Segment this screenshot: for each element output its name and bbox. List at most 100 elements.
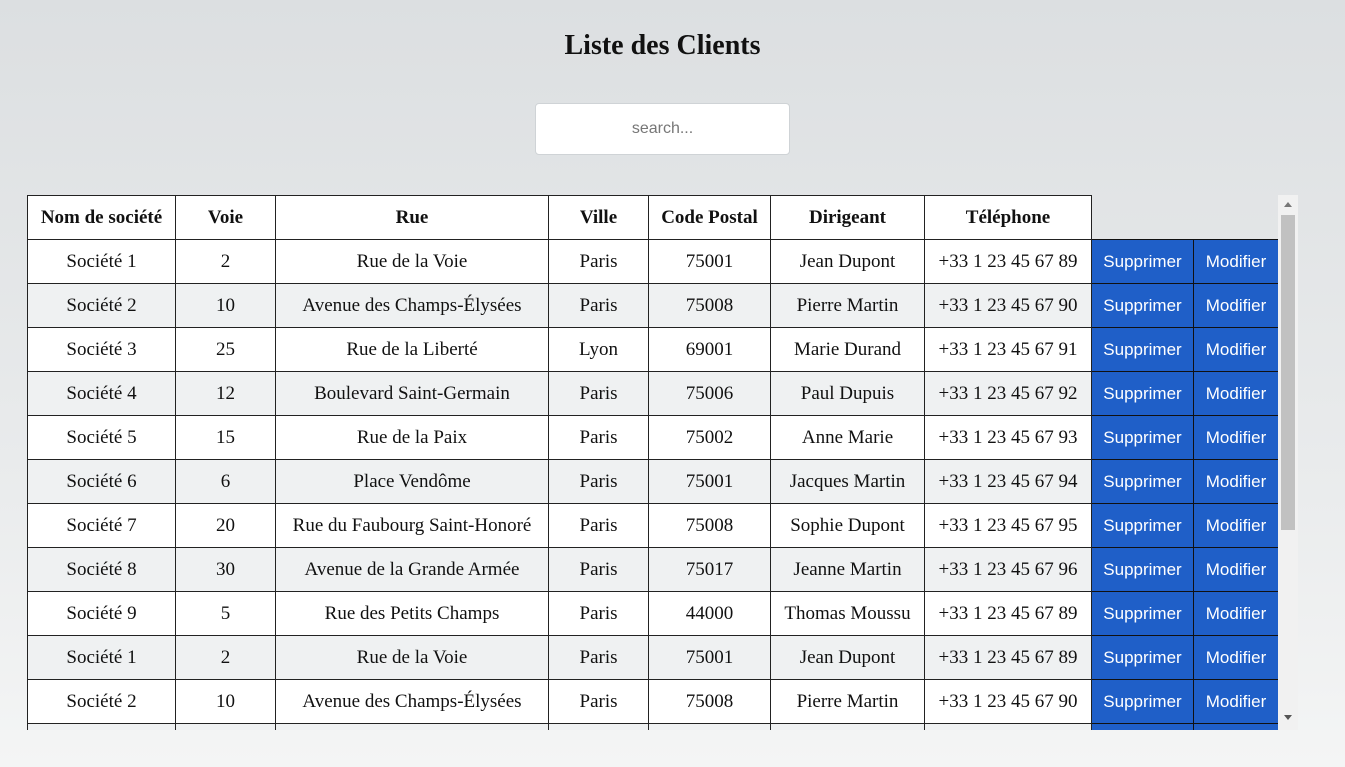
cell-delete: Supprimer <box>1091 503 1194 548</box>
cell-delete: Supprimer <box>1091 459 1194 504</box>
header-manager[interactable]: Dirigeant <box>770 195 925 240</box>
cell-city: Paris <box>548 547 649 592</box>
delete-button[interactable]: Supprimer <box>1092 284 1193 327</box>
delete-button[interactable]: Supprimer <box>1092 680 1193 723</box>
cell-city: Paris <box>548 635 649 680</box>
table-row: Société 1 2 Rue de la Voie Paris 75001 J… <box>27 239 1279 284</box>
cell-postal-code: 75008 <box>648 503 771 548</box>
edit-button[interactable]: Modifier <box>1194 636 1278 679</box>
cell-city: Paris <box>548 591 649 636</box>
cell-phone: +33 1 23 45 67 95 <box>924 503 1092 548</box>
cell-street-number: 6 <box>175 459 276 504</box>
cell-street-number: 2 <box>175 239 276 284</box>
edit-button[interactable]: Modifier <box>1194 592 1278 635</box>
cell-phone: +33 1 23 45 67 92 <box>924 371 1092 416</box>
scroll-up-button[interactable] <box>1278 195 1298 213</box>
cell-manager: Jacques Martin <box>770 459 925 504</box>
delete-button[interactable]: Supprimer <box>1092 592 1193 635</box>
table-header-row: Nom de société Voie Rue Ville Code Posta… <box>27 195 1279 240</box>
edit-button[interactable]: Modifier <box>1194 460 1278 503</box>
edit-button[interactable]: Modifier <box>1194 284 1278 327</box>
delete-button[interactable] <box>1092 724 1193 730</box>
cell-edit: Modifier <box>1193 547 1279 592</box>
cell-postal-code: 75006 <box>648 371 771 416</box>
edit-button[interactable]: Modifier <box>1194 680 1278 723</box>
cell-city: Paris <box>548 283 649 328</box>
cell-edit: Modifier <box>1193 415 1279 460</box>
header-city[interactable]: Ville <box>548 195 649 240</box>
cell-phone: +33 1 23 45 67 94 <box>924 459 1092 504</box>
cell-company: Société 8 <box>27 547 176 592</box>
scroll-down-button[interactable] <box>1278 708 1298 726</box>
cell-city: Paris <box>548 503 649 548</box>
cell-postal-code: 75002 <box>648 415 771 460</box>
cell-city: Paris <box>548 239 649 284</box>
cell-delete: Supprimer <box>1091 415 1194 460</box>
cell-phone: +33 1 23 45 67 90 <box>924 679 1092 724</box>
cell-postal-code <box>648 723 771 730</box>
cell-manager: Jeanne Martin <box>770 547 925 592</box>
delete-button[interactable]: Supprimer <box>1092 460 1193 503</box>
search-input[interactable] <box>535 103 790 155</box>
cell-street: Boulevard Saint-Germain <box>275 371 549 416</box>
edit-button[interactable]: Modifier <box>1194 372 1278 415</box>
cell-edit: Modifier <box>1193 371 1279 416</box>
cell-city: Paris <box>548 415 649 460</box>
cell-manager: Jean Dupont <box>770 635 925 680</box>
delete-button[interactable]: Supprimer <box>1092 372 1193 415</box>
delete-button[interactable]: Supprimer <box>1092 240 1193 283</box>
cell-postal-code: 75001 <box>648 635 771 680</box>
cell-company: Société 7 <box>27 503 176 548</box>
cell-street: Rue de la Paix <box>275 415 549 460</box>
table-row: Société 2 10 Avenue des Champs-Élysées P… <box>27 283 1279 328</box>
clients-table-container: Nom de société Voie Rue Ville Code Posta… <box>27 195 1298 730</box>
cell-street-number: 10 <box>175 283 276 328</box>
cell-phone: +33 1 23 45 67 89 <box>924 239 1092 284</box>
edit-button[interactable]: Modifier <box>1194 416 1278 459</box>
scrollbar-thumb[interactable] <box>1281 215 1295 530</box>
cell-street-number: 5 <box>175 591 276 636</box>
cell-company: Société 9 <box>27 591 176 636</box>
table-row <box>27 723 1279 730</box>
cell-phone <box>924 723 1092 730</box>
delete-button[interactable]: Supprimer <box>1092 328 1193 371</box>
edit-button[interactable] <box>1194 724 1278 730</box>
table-scroll-area[interactable]: Nom de société Voie Rue Ville Code Posta… <box>27 195 1279 730</box>
cell-street-number <box>175 723 276 730</box>
cell-phone: +33 1 23 45 67 91 <box>924 327 1092 372</box>
edit-button[interactable]: Modifier <box>1194 240 1278 283</box>
cell-manager: Anne Marie <box>770 415 925 460</box>
cell-manager: Pierre Martin <box>770 283 925 328</box>
header-phone[interactable]: Téléphone <box>924 195 1092 240</box>
table-row: Société 8 30 Avenue de la Grande Armée P… <box>27 547 1279 592</box>
header-postal-code[interactable]: Code Postal <box>648 195 771 240</box>
cell-postal-code: 75008 <box>648 283 771 328</box>
header-street-number[interactable]: Voie <box>175 195 276 240</box>
table-scrollbar[interactable] <box>1278 195 1298 730</box>
cell-edit: Modifier <box>1193 459 1279 504</box>
cell-street-number: 10 <box>175 679 276 724</box>
header-actions-spacer <box>1092 196 1194 240</box>
cell-edit: Modifier <box>1193 503 1279 548</box>
cell-manager: Sophie Dupont <box>770 503 925 548</box>
cell-street-number: 20 <box>175 503 276 548</box>
cell-city <box>548 723 649 730</box>
cell-postal-code: 75001 <box>648 239 771 284</box>
header-company[interactable]: Nom de société <box>27 195 176 240</box>
edit-button[interactable]: Modifier <box>1194 504 1278 547</box>
delete-button[interactable]: Supprimer <box>1092 548 1193 591</box>
table-row: Société 1 2 Rue de la Voie Paris 75001 J… <box>27 635 1279 680</box>
cell-company: Société 2 <box>27 679 176 724</box>
cell-phone: +33 1 23 45 67 90 <box>924 283 1092 328</box>
edit-button[interactable]: Modifier <box>1194 328 1278 371</box>
delete-button[interactable]: Supprimer <box>1092 636 1193 679</box>
cell-edit: Modifier <box>1193 327 1279 372</box>
header-actions-spacer <box>1194 196 1279 240</box>
cell-manager: Marie Durand <box>770 327 925 372</box>
cell-delete: Supprimer <box>1091 283 1194 328</box>
header-street[interactable]: Rue <box>275 195 549 240</box>
page-title: Liste des Clients <box>564 30 761 61</box>
delete-button[interactable]: Supprimer <box>1092 416 1193 459</box>
delete-button[interactable]: Supprimer <box>1092 504 1193 547</box>
edit-button[interactable]: Modifier <box>1194 548 1278 591</box>
